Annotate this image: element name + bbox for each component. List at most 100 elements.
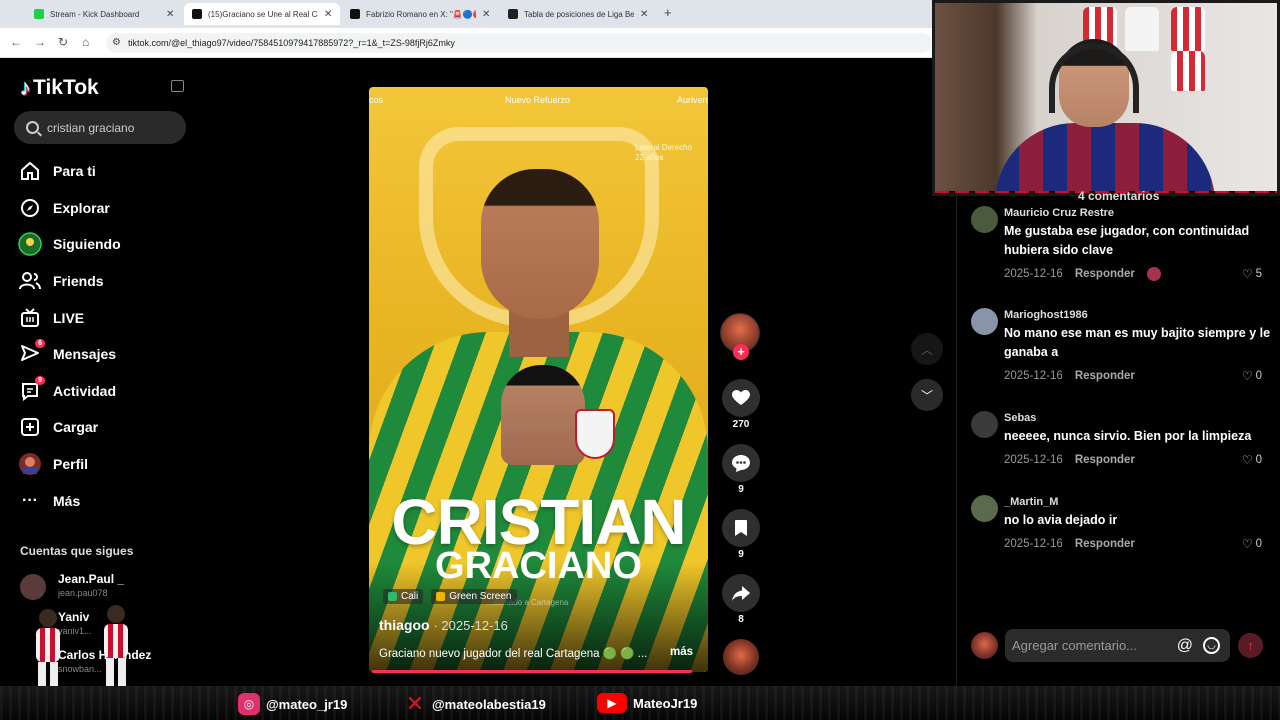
sidebar-item-live[interactable]: LIVE <box>18 299 188 336</box>
previous-video-chevron-up-icon[interactable]: ︿ <box>911 333 943 365</box>
comments-list: Mauricio Cruz Restre Me gustaba ese juga… <box>971 204 1271 577</box>
close-icon[interactable]: ✕ <box>482 9 490 20</box>
back-icon[interactable]: ← <box>10 35 22 49</box>
sidebar-item-siguiendo[interactable]: Siguiendo <box>18 226 188 263</box>
avatar[interactable] <box>971 495 998 522</box>
creator-avatar[interactable]: + <box>720 313 760 360</box>
reply-button[interactable]: Responder <box>1075 454 1135 466</box>
kick-favicon-icon <box>34 9 44 19</box>
next-video-chevron-down-icon[interactable]: ﹀ <box>911 379 943 411</box>
video-top-label: Aurivero <box>677 95 708 105</box>
activity-badge: 9 <box>35 375 45 385</box>
forward-icon[interactable]: → <box>34 35 46 49</box>
comment-username[interactable]: Mauricio Cruz Restre <box>1004 204 1271 222</box>
liga-favicon-icon <box>508 9 518 19</box>
new-tab-icon[interactable]: + <box>664 5 672 20</box>
share-button[interactable] <box>722 574 760 612</box>
video-player[interactable]: cos Nuevo Refuerzo Aurivero Lateral Dere… <box>369 87 708 672</box>
comment-item: Mauricio Cruz Restre Me gustaba ese juga… <box>971 204 1271 306</box>
comment-item: _Martin_M no lo avia dejado ir 2025-12-1… <box>971 493 1271 577</box>
nav-label: Siguiendo <box>53 236 121 253</box>
heart-outline-icon: ♡ <box>1241 369 1253 383</box>
search-icon <box>26 121 39 134</box>
site-settings-icon[interactable]: ⚙ <box>112 37 121 48</box>
nav-label: Más <box>53 492 81 509</box>
comment-like-count: 0 <box>1255 538 1262 550</box>
comment-button[interactable] <box>722 444 760 482</box>
emoji-smile-icon[interactable]: ◡ <box>1203 637 1220 654</box>
comment-date: 2025-12-16 <box>1004 268 1063 280</box>
creator-liked-avatar-icon <box>1146 267 1161 281</box>
close-icon[interactable]: ✕ <box>324 9 332 20</box>
mention-at-icon[interactable]: @ <box>1177 637 1193 655</box>
avatar[interactable] <box>971 411 998 438</box>
browser-tabbar: Stream - Kick Dashboard ✕ (15)Graciano s… <box>0 0 932 28</box>
avatar[interactable] <box>971 206 998 233</box>
comment-placeholder: Agregar comentario... <box>1012 638 1138 653</box>
comment-like-button[interactable]: ♡ 5 <box>1242 267 1262 281</box>
comment-text: no lo avia dejado ir <box>1004 513 1118 527</box>
collapse-sidebar-icon[interactable] <box>171 80 184 92</box>
heart-outline-icon: ♡ <box>1241 267 1253 281</box>
youtube-icon: ▶ <box>597 693 627 713</box>
heart-outline-icon: ♡ <box>1241 537 1253 551</box>
comment-like-button[interactable]: ♡ 0 <box>1242 537 1262 551</box>
sidebar-item-mensajes[interactable]: 6 Mensajes <box>18 336 188 373</box>
sidebar-item-friends[interactable]: Friends <box>18 263 188 300</box>
comment-like-button[interactable]: ♡ 0 <box>1242 369 1262 383</box>
sidebar-item-perfil[interactable]: Perfil <box>18 446 188 483</box>
send-comment-arrow-up-icon[interactable]: ↑ <box>1238 633 1263 658</box>
comment-count: 9 <box>738 484 744 495</box>
messages-badge: 6 <box>35 339 45 349</box>
music-disc-icon[interactable] <box>723 639 759 675</box>
wall-jersey-graphic <box>1171 7 1205 51</box>
video-progress-bar[interactable] <box>372 670 693 673</box>
reply-button[interactable]: Responder <box>1075 370 1135 382</box>
comment-username[interactable]: Marioghost1986 <box>1004 306 1271 324</box>
reload-icon[interactable]: ↻ <box>58 35 68 49</box>
tab-label: Fabrizio Romano en X: "🚨🔵🔴 <box>366 9 476 19</box>
save-count: 9 <box>738 549 744 560</box>
comment-input[interactable]: Agregar comentario... @ ◡ <box>1005 629 1230 662</box>
tag-effect[interactable]: Green Screen <box>431 589 517 604</box>
nav-label: LIVE <box>53 309 85 326</box>
url-field[interactable]: ⚙ tiktok.com/@el_thiago97/video/75845109… <box>106 33 932 53</box>
like-button[interactable] <box>722 379 760 417</box>
following-avatar-icon <box>18 232 42 257</box>
close-icon[interactable]: ✕ <box>166 9 174 20</box>
sidebar-item-para-ti[interactable]: Para ti <box>18 153 188 190</box>
comment-icon <box>732 454 750 472</box>
reply-button[interactable]: Responder <box>1075 538 1135 550</box>
sidebar-item-explorar[interactable]: Explorar <box>18 190 188 227</box>
video-tags: Cali Green Screen <box>383 589 517 604</box>
close-icon[interactable]: ✕ <box>640 9 648 20</box>
tab-tiktok-video[interactable]: (15)Graciano se Une al Real Car ✕ <box>184 3 341 25</box>
save-button[interactable] <box>722 509 760 547</box>
tag-location[interactable]: Cali <box>383 589 424 604</box>
sidebar-item-actividad[interactable]: 9 Actividad <box>18 373 188 410</box>
search-input[interactable]: cristian graciano <box>14 111 186 144</box>
caption-more-button[interactable]: más <box>670 646 693 658</box>
sidebar-nav: Para ti Explorar Siguiendo Friends LIVE <box>18 153 188 519</box>
caption-text: Graciano nuevo jugador del real Cartagen… <box>379 648 648 660</box>
instagram-icon: ◎ <box>238 693 260 715</box>
tab-fabrizio-x[interactable]: Fabrizio Romano en X: "🚨🔵🔴 ✕ <box>342 3 498 25</box>
tiktok-logo[interactable]: ♪ TikTok <box>20 75 99 101</box>
comment-like-button[interactable]: ♡ 0 <box>1242 453 1262 467</box>
nav-label: Perfil <box>53 456 89 473</box>
video-date: · 2025-12-16 <box>433 618 508 633</box>
video-author[interactable]: thiagoo · 2025-12-16 <box>379 617 508 633</box>
avatar[interactable] <box>971 308 998 335</box>
follow-plus-icon[interactable]: + <box>733 344 749 360</box>
reply-button[interactable]: Responder <box>1075 268 1135 280</box>
following-title: Cuentas que sigues <box>20 544 134 558</box>
sidebar-item-cargar[interactable]: Cargar <box>18 409 188 446</box>
home-page-icon[interactable]: ⌂ <box>82 35 89 49</box>
sidebar-item-mas[interactable]: ··· Más <box>18 482 188 519</box>
tab-kick-dashboard[interactable]: Stream - Kick Dashboard ✕ <box>26 3 182 25</box>
like-count: 270 <box>732 419 750 430</box>
comment-username[interactable]: _Martin_M <box>1004 493 1271 511</box>
comment-date: 2025-12-16 <box>1004 454 1063 466</box>
tab-liga-table[interactable]: Tabla de posiciones de Liga Bet ✕ <box>500 3 656 25</box>
comment-username[interactable]: Sebas <box>1004 409 1271 427</box>
